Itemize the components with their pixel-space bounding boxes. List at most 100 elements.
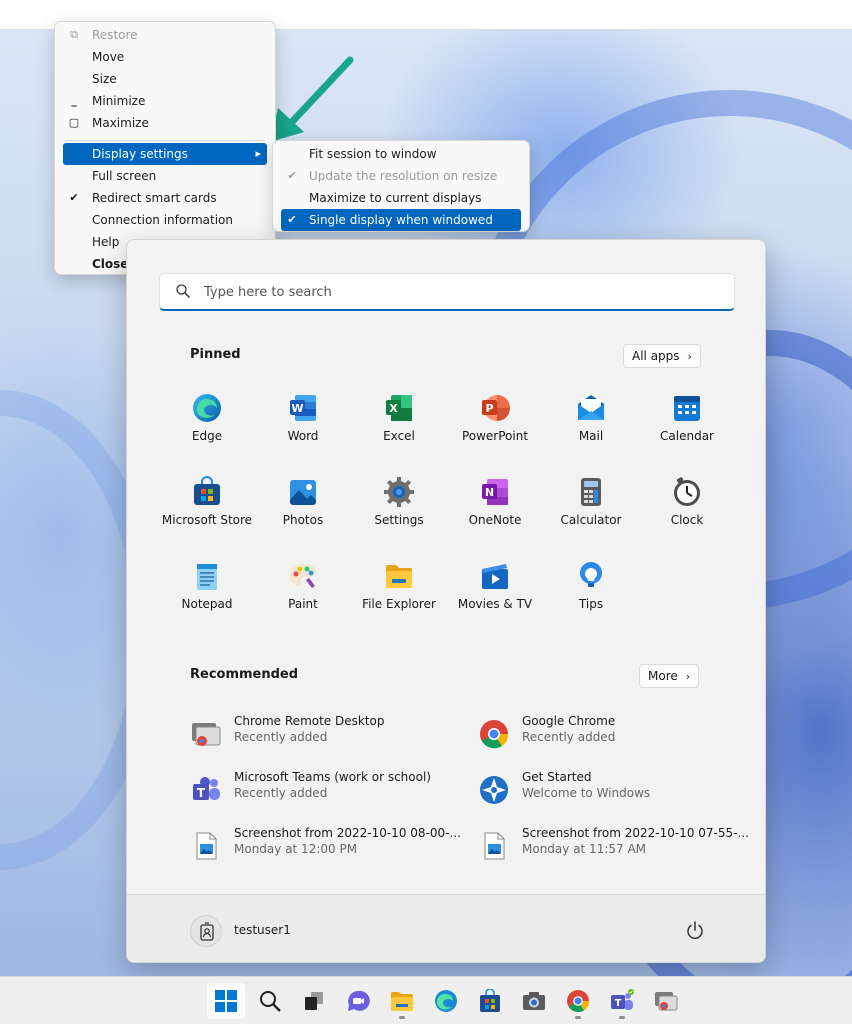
- app-label: Calculator: [560, 513, 622, 527]
- taskbar: T: [0, 976, 852, 1024]
- taskbar-remote-desktop-button[interactable]: [647, 983, 685, 1019]
- pinned-app-tips[interactable]: Tips: [543, 554, 639, 634]
- menu-item-connection-information[interactable]: Connection information: [55, 209, 275, 231]
- paint-icon: [290, 564, 316, 588]
- image-file-icon: [484, 832, 505, 860]
- file-explorer-icon: [391, 992, 413, 1011]
- movies-icon: [482, 564, 508, 589]
- pinned-app-movies-tv[interactable]: Movies & TV: [447, 554, 543, 634]
- app-label: OneNote: [468, 513, 522, 527]
- app-label: PowerPoint: [461, 429, 529, 443]
- pinned-app-photos[interactable]: Photos: [255, 470, 351, 550]
- search-box[interactable]: [159, 273, 735, 311]
- recommended-item[interactable]: Screenshot from 2022-10-10 07-55-... Mon…: [478, 826, 749, 866]
- search-icon: [260, 991, 281, 1012]
- menu-item-label: Size: [92, 72, 117, 86]
- chevron-right-icon: ›: [685, 670, 691, 683]
- app-label: File Explorer: [362, 597, 436, 611]
- task-view-icon: [305, 992, 323, 1010]
- menu-item-update-resolution[interactable]: ✔ Update the resolution on resize: [273, 165, 529, 187]
- menu-item-single-display[interactable]: ✔ Single display when windowed: [281, 209, 521, 231]
- app-label: Clock: [670, 513, 704, 527]
- taskbar-edge-button[interactable]: [427, 983, 465, 1019]
- pinned-app-onenote[interactable]: N OneNote: [447, 470, 543, 550]
- remote-desktop-icon: [192, 723, 221, 746]
- more-button[interactable]: More ›: [639, 664, 700, 688]
- pinned-app-clock[interactable]: Clock: [639, 470, 735, 550]
- calendar-icon: [674, 396, 700, 421]
- recommended-item[interactable]: T Microsoft Teams (work or school) Recen…: [190, 770, 460, 810]
- remote-desktop-icon: [655, 992, 678, 1011]
- taskbar-start-button[interactable]: [207, 983, 245, 1019]
- menu-item-label: Single display when windowed: [309, 213, 493, 227]
- pinned-app-file-explorer[interactable]: File Explorer: [351, 554, 447, 634]
- pinned-app-word[interactable]: W Word: [255, 386, 351, 466]
- taskbar-camera-button[interactable]: [515, 983, 553, 1019]
- recommended-title-text: Screenshot from 2022-10-10 07-55-...: [522, 826, 749, 840]
- app-label: Mail: [578, 429, 604, 443]
- taskbar-file-explorer-button[interactable]: [383, 983, 421, 1019]
- onenote-icon: N: [482, 479, 508, 505]
- taskbar-teams-button[interactable]: T: [603, 983, 641, 1019]
- menu-item-label: Restore: [92, 28, 138, 42]
- recommended-subtitle-text: Welcome to Windows: [522, 786, 651, 800]
- pinned-app-paint[interactable]: Paint: [255, 554, 351, 634]
- recommended-subtitle-text: Monday at 11:57 AM: [522, 842, 647, 856]
- powerpoint-icon: P: [482, 395, 510, 421]
- avatar[interactable]: [190, 915, 222, 947]
- recommended-item[interactable]: Chrome Remote Desktop Recently added: [190, 714, 460, 754]
- svg-text:N: N: [485, 486, 494, 499]
- running-indicator: [575, 1016, 581, 1019]
- menu-item-label: Redirect smart cards: [92, 191, 217, 205]
- chevron-right-icon: ▸: [255, 147, 261, 160]
- taskbar-chrome-button[interactable]: [559, 983, 597, 1019]
- pinned-app-calculator[interactable]: Calculator: [543, 470, 639, 550]
- edge-icon: [435, 990, 457, 1012]
- power-icon[interactable]: [683, 919, 707, 943]
- taskbar-store-button[interactable]: [471, 983, 509, 1019]
- app-label: Edge: [191, 429, 223, 443]
- user-name[interactable]: testuser1: [234, 923, 291, 937]
- recommended-title-text: Screenshot from 2022-10-10 08-00-...: [234, 826, 461, 840]
- recommended-title-text: Google Chrome: [522, 714, 616, 728]
- menu-item-fit-session[interactable]: Fit session to window: [273, 143, 529, 165]
- pinned-app-edge[interactable]: Edge: [159, 386, 255, 466]
- taskbar-search-button[interactable]: [251, 983, 289, 1019]
- menu-item-restore[interactable]: ⧉ Restore: [55, 24, 275, 46]
- svg-text:W: W: [291, 402, 303, 415]
- start-menu-footer: testuser1: [127, 894, 765, 962]
- svg-text:P: P: [485, 402, 493, 415]
- pinned-app-powerpoint[interactable]: P PowerPoint: [447, 386, 543, 466]
- menu-item-maximize-displays[interactable]: Maximize to current displays: [273, 187, 529, 209]
- menu-item-size[interactable]: Size: [55, 68, 275, 90]
- menu-item-display-settings[interactable]: Display settings ▸: [63, 143, 267, 165]
- pinned-app-microsoft-store[interactable]: Microsoft Store: [159, 470, 255, 550]
- chat-icon: [348, 990, 370, 1011]
- recommended-item[interactable]: Screenshot from 2022-10-10 08-00-... Mon…: [190, 826, 461, 866]
- recommended-item[interactable]: Google Chrome Recently added: [478, 714, 748, 754]
- taskbar-chat-button[interactable]: [339, 983, 377, 1019]
- pinned-app-notepad[interactable]: Notepad: [159, 554, 255, 634]
- excel-icon: X: [386, 395, 412, 421]
- recommended-title-text: Microsoft Teams (work or school): [234, 770, 431, 784]
- menu-item-minimize[interactable]: _ Minimize: [55, 90, 275, 112]
- recommended-title-text: Chrome Remote Desktop: [234, 714, 385, 728]
- search-input[interactable]: [204, 282, 704, 302]
- app-label: Settings: [374, 513, 424, 527]
- taskbar-task-view-button[interactable]: [295, 983, 333, 1019]
- recommended-item[interactable]: Get Started Welcome to Windows: [478, 770, 748, 810]
- store-icon: [480, 989, 500, 1012]
- menu-item-redirect-smart-cards[interactable]: ✔ Redirect smart cards: [55, 187, 275, 209]
- pinned-app-excel[interactable]: X Excel: [351, 386, 447, 466]
- restore-icon: ⧉: [70, 28, 78, 41]
- pinned-app-calendar[interactable]: Calendar: [639, 386, 735, 466]
- all-apps-button[interactable]: All apps ›: [623, 344, 701, 368]
- menu-item-full-screen[interactable]: Full screen: [55, 165, 275, 187]
- system-context-menu: ⧉ Restore Move Size _ Minimize ▢ Maximiz…: [54, 21, 276, 275]
- camera-icon: [523, 992, 545, 1010]
- pinned-app-settings[interactable]: Settings: [351, 470, 447, 550]
- menu-item-maximize[interactable]: ▢ Maximize: [55, 112, 275, 134]
- pinned-app-mail[interactable]: Mail: [543, 386, 639, 466]
- menu-item-move[interactable]: Move: [55, 46, 275, 68]
- notepad-icon: [197, 564, 217, 590]
